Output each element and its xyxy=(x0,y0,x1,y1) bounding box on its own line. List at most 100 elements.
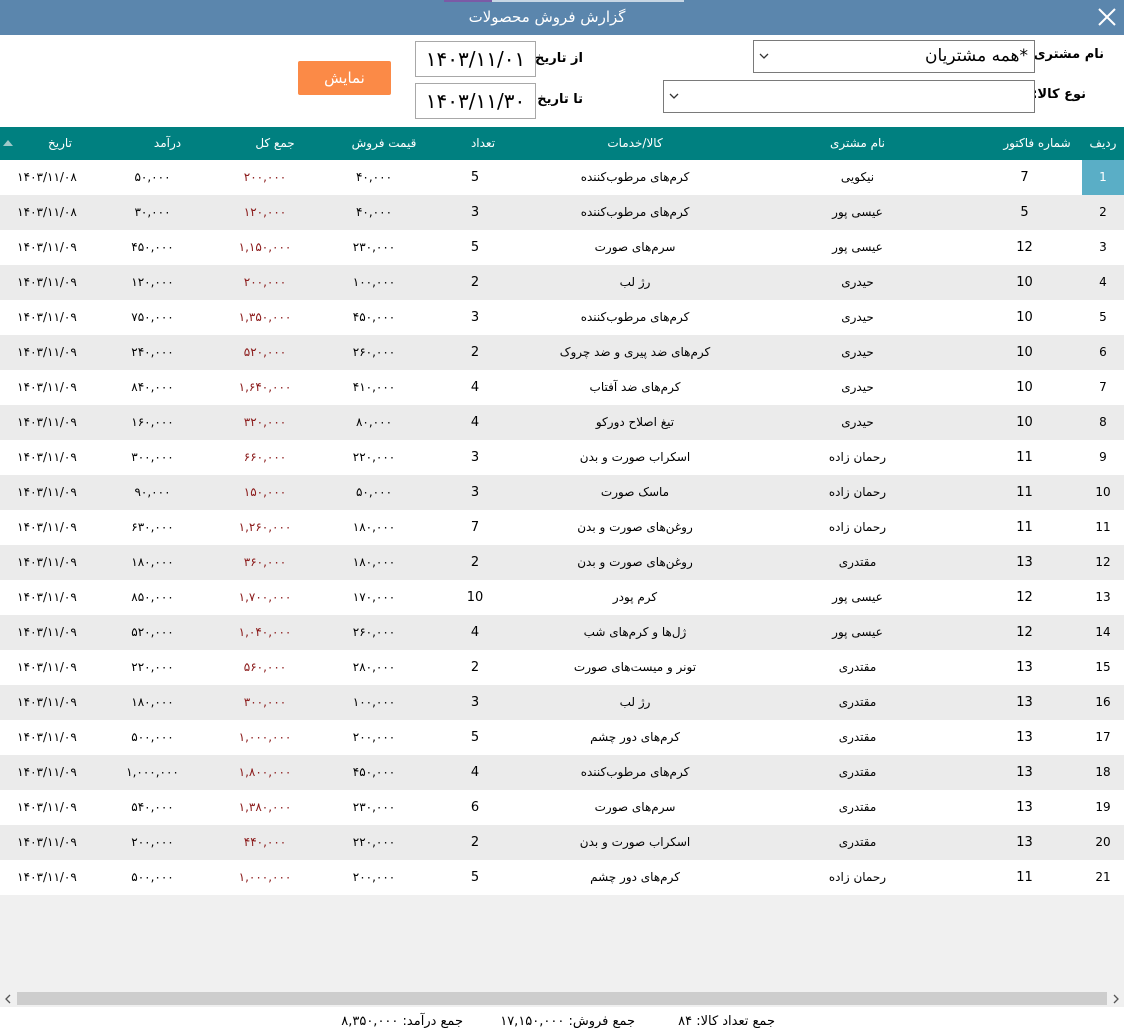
cell-product[interactable]: رژ لب xyxy=(495,685,775,720)
cell-qty[interactable]: 5 xyxy=(445,160,505,195)
header-price[interactable]: قیمت فروش xyxy=(330,127,438,160)
header-row-number[interactable]: ردیف xyxy=(1082,127,1124,160)
cell-qty[interactable]: 3 xyxy=(445,195,505,230)
table-row[interactable]: 15 13 مقتدری تونر و میست‌های صورت 2 ۲۸۰,۰۰۰ ۵۶… xyxy=(0,650,1124,685)
cell-price[interactable]: ۱۸۰,۰۰۰ xyxy=(320,545,428,580)
cell-total[interactable]: ۶۶۰,۰۰۰ xyxy=(205,440,325,475)
table-row[interactable]: 5 10 حیدری کرم‌های مرطوب‌کننده 3 ۴۵۰,۰۰۰ ۱,۳۵۰… xyxy=(0,300,1124,335)
cell-qty[interactable]: 5 xyxy=(445,720,505,755)
cell-total[interactable]: ۱,۱۵۰,۰۰۰ xyxy=(205,230,325,265)
cell-revenue[interactable]: ۲۲۰,۰۰۰ xyxy=(85,650,220,685)
cell-product[interactable]: تونر و میست‌های صورت xyxy=(495,650,775,685)
cell-row-number[interactable]: 10 xyxy=(1082,475,1124,510)
table-row[interactable]: 18 13 مقتدری کرم‌های مرطوب‌کننده 4 ۴۵۰,۰۰۰ ۱,۸… xyxy=(0,755,1124,790)
cell-total[interactable]: ۱,۶۴۰,۰۰۰ xyxy=(205,370,325,405)
from-date-field[interactable]: ۱۴۰۳/۱۱/۰۱ xyxy=(415,41,536,77)
cell-price[interactable]: ۲۳۰,۰۰۰ xyxy=(320,230,428,265)
cell-row-number[interactable]: 1 xyxy=(1082,160,1124,195)
cell-row-number[interactable]: 11 xyxy=(1082,510,1124,545)
cell-date[interactable]: ۱۴۰۳/۱۱/۰۹ xyxy=(0,860,94,895)
cell-qty[interactable]: 3 xyxy=(445,475,505,510)
cell-row-number[interactable]: 12 xyxy=(1082,545,1124,580)
cell-row-number[interactable]: 20 xyxy=(1082,825,1124,860)
header-product[interactable]: کالا/خدمات xyxy=(495,127,775,160)
cell-invoice[interactable]: 11 xyxy=(992,475,1057,510)
cell-product[interactable]: کرم‌های مرطوب‌کننده xyxy=(495,195,775,230)
cell-product[interactable]: ماسک صورت xyxy=(495,475,775,510)
cell-date[interactable]: ۱۴۰۳/۱۱/۰۹ xyxy=(0,405,94,440)
table-row[interactable]: 10 11 رحمان زاده ماسک صورت 3 ۵۰,۰۰۰ ۱۵۰,۰۰۰ ۹۰,… xyxy=(0,475,1124,510)
cell-total[interactable]: ۳۶۰,۰۰۰ xyxy=(205,545,325,580)
cell-total[interactable]: ۱۲۰,۰۰۰ xyxy=(205,195,325,230)
cell-revenue[interactable]: ۱۲۰,۰۰۰ xyxy=(85,265,220,300)
table-row[interactable]: 13 12 عیسی پور کرم پودر 10 ۱۷۰,۰۰۰ ۱,۷۰۰,۰۰۰ ۸۵… xyxy=(0,580,1124,615)
cell-invoice[interactable]: 13 xyxy=(992,650,1057,685)
cell-total[interactable]: ۱,۰۴۰,۰۰۰ xyxy=(205,615,325,650)
cell-product[interactable]: کرم پودر xyxy=(495,580,775,615)
cell-total[interactable]: ۱,۸۰۰,۰۰۰ xyxy=(205,755,325,790)
cell-price[interactable]: ۱۰۰,۰۰۰ xyxy=(320,265,428,300)
cell-product[interactable]: کرم‌های مرطوب‌کننده xyxy=(495,755,775,790)
cell-product[interactable]: کرم‌های مرطوب‌کننده xyxy=(495,300,775,335)
cell-date[interactable]: ۱۴۰۳/۱۱/۰۹ xyxy=(0,790,94,825)
cell-row-number[interactable]: 18 xyxy=(1082,755,1124,790)
cell-product[interactable]: سرم‌های صورت xyxy=(495,230,775,265)
cell-invoice[interactable]: 11 xyxy=(992,860,1057,895)
cell-date[interactable]: ۱۴۰۳/۱۱/۰۹ xyxy=(0,510,94,545)
table-row[interactable]: 4 10 حیدری رژ لب 2 ۱۰۰,۰۰۰ ۲۰۰,۰۰۰ ۱۲۰,۰۰۰ ۱۴۰۳/… xyxy=(0,265,1124,300)
cell-invoice[interactable]: 5 xyxy=(992,195,1057,230)
cell-price[interactable]: ۵۰,۰۰۰ xyxy=(320,475,428,510)
cell-total[interactable]: ۳۰۰,۰۰۰ xyxy=(205,685,325,720)
cell-product[interactable]: کرم‌های ضد پیری و ضد چروک xyxy=(495,335,775,370)
cell-product[interactable]: کرم‌های مرطوب‌کننده xyxy=(495,160,775,195)
cell-date[interactable]: ۱۴۰۳/۱۱/۰۸ xyxy=(0,195,94,230)
cell-qty[interactable]: 2 xyxy=(445,650,505,685)
cell-price[interactable]: ۲۶۰,۰۰۰ xyxy=(320,615,428,650)
cell-row-number[interactable]: 15 xyxy=(1082,650,1124,685)
cell-invoice[interactable]: 11 xyxy=(992,440,1057,475)
cell-date[interactable]: ۱۴۰۳/۱۱/۰۹ xyxy=(0,370,94,405)
cell-date[interactable]: ۱۴۰۳/۱۱/۰۹ xyxy=(0,335,94,370)
cell-row-number[interactable]: 19 xyxy=(1082,790,1124,825)
cell-product[interactable]: کرم‌های دور چشم xyxy=(495,720,775,755)
cell-product[interactable]: اسکراب صورت و بدن xyxy=(495,440,775,475)
table-row[interactable]: 2 5 عیسی پور کرم‌های مرطوب‌کننده 3 ۴۰,۰۰۰ ۱۲۰,… xyxy=(0,195,1124,230)
cell-invoice[interactable]: 10 xyxy=(992,405,1057,440)
cell-price[interactable]: ۲۰۰,۰۰۰ xyxy=(320,860,428,895)
table-row[interactable]: 3 12 عیسی پور سرم‌های صورت 5 ۲۳۰,۰۰۰ ۱,۱۵۰,۰۰۰… xyxy=(0,230,1124,265)
cell-qty[interactable]: 7 xyxy=(445,510,505,545)
cell-invoice[interactable]: 13 xyxy=(992,720,1057,755)
header-date[interactable]: تاریخ xyxy=(0,127,120,160)
cell-revenue[interactable]: ۱,۰۰۰,۰۰۰ xyxy=(85,755,220,790)
cell-invoice[interactable]: 7 xyxy=(992,160,1057,195)
scrollbar-thumb[interactable] xyxy=(17,992,1107,1005)
cell-date[interactable]: ۱۴۰۳/۱۱/۰۹ xyxy=(0,685,94,720)
cell-revenue[interactable]: ۶۳۰,۰۰۰ xyxy=(85,510,220,545)
cell-qty[interactable]: 4 xyxy=(445,755,505,790)
to-date-field[interactable]: ۱۴۰۳/۱۱/۳۰ xyxy=(415,83,536,119)
cell-invoice[interactable]: 13 xyxy=(992,545,1057,580)
cell-price[interactable]: ۸۰,۰۰۰ xyxy=(320,405,428,440)
cell-date[interactable]: ۱۴۰۳/۱۱/۰۹ xyxy=(0,615,94,650)
cell-price[interactable]: ۲۸۰,۰۰۰ xyxy=(320,650,428,685)
cell-qty[interactable]: 3 xyxy=(445,300,505,335)
cell-qty[interactable]: 6 xyxy=(445,790,505,825)
cell-total[interactable]: ۱,۰۰۰,۰۰۰ xyxy=(205,860,325,895)
cell-row-number[interactable]: 4 xyxy=(1082,265,1124,300)
cell-qty[interactable]: 10 xyxy=(445,580,505,615)
cell-qty[interactable]: 4 xyxy=(445,370,505,405)
table-row[interactable]: 1 7 نیکویی کرم‌های مرطوب‌کننده 5 ۴۰,۰۰۰ ۲۰۰,۰۰… xyxy=(0,160,1124,195)
cell-invoice[interactable]: 11 xyxy=(992,510,1057,545)
cell-row-number[interactable]: 9 xyxy=(1082,440,1124,475)
cell-revenue[interactable]: ۲۰۰,۰۰۰ xyxy=(85,825,220,860)
cell-row-number[interactable]: 14 xyxy=(1082,615,1124,650)
product-type-select[interactable] xyxy=(663,80,1035,113)
header-qty[interactable]: تعداد xyxy=(445,127,521,160)
cell-price[interactable]: ۴۰,۰۰۰ xyxy=(320,160,428,195)
table-row[interactable]: 6 10 حیدری کرم‌های ضد پیری و ضد چروک 2 ۲۶۰,۰۰… xyxy=(0,335,1124,370)
table-row[interactable]: 21 11 رحمان زاده کرم‌های دور چشم 5 ۲۰۰,۰۰۰ ۱,۰… xyxy=(0,860,1124,895)
cell-price[interactable]: ۱۰۰,۰۰۰ xyxy=(320,685,428,720)
cell-product[interactable]: روغن‌های صورت و بدن xyxy=(495,545,775,580)
cell-product[interactable]: رژ لب xyxy=(495,265,775,300)
cell-revenue[interactable]: ۴۵۰,۰۰۰ xyxy=(85,230,220,265)
